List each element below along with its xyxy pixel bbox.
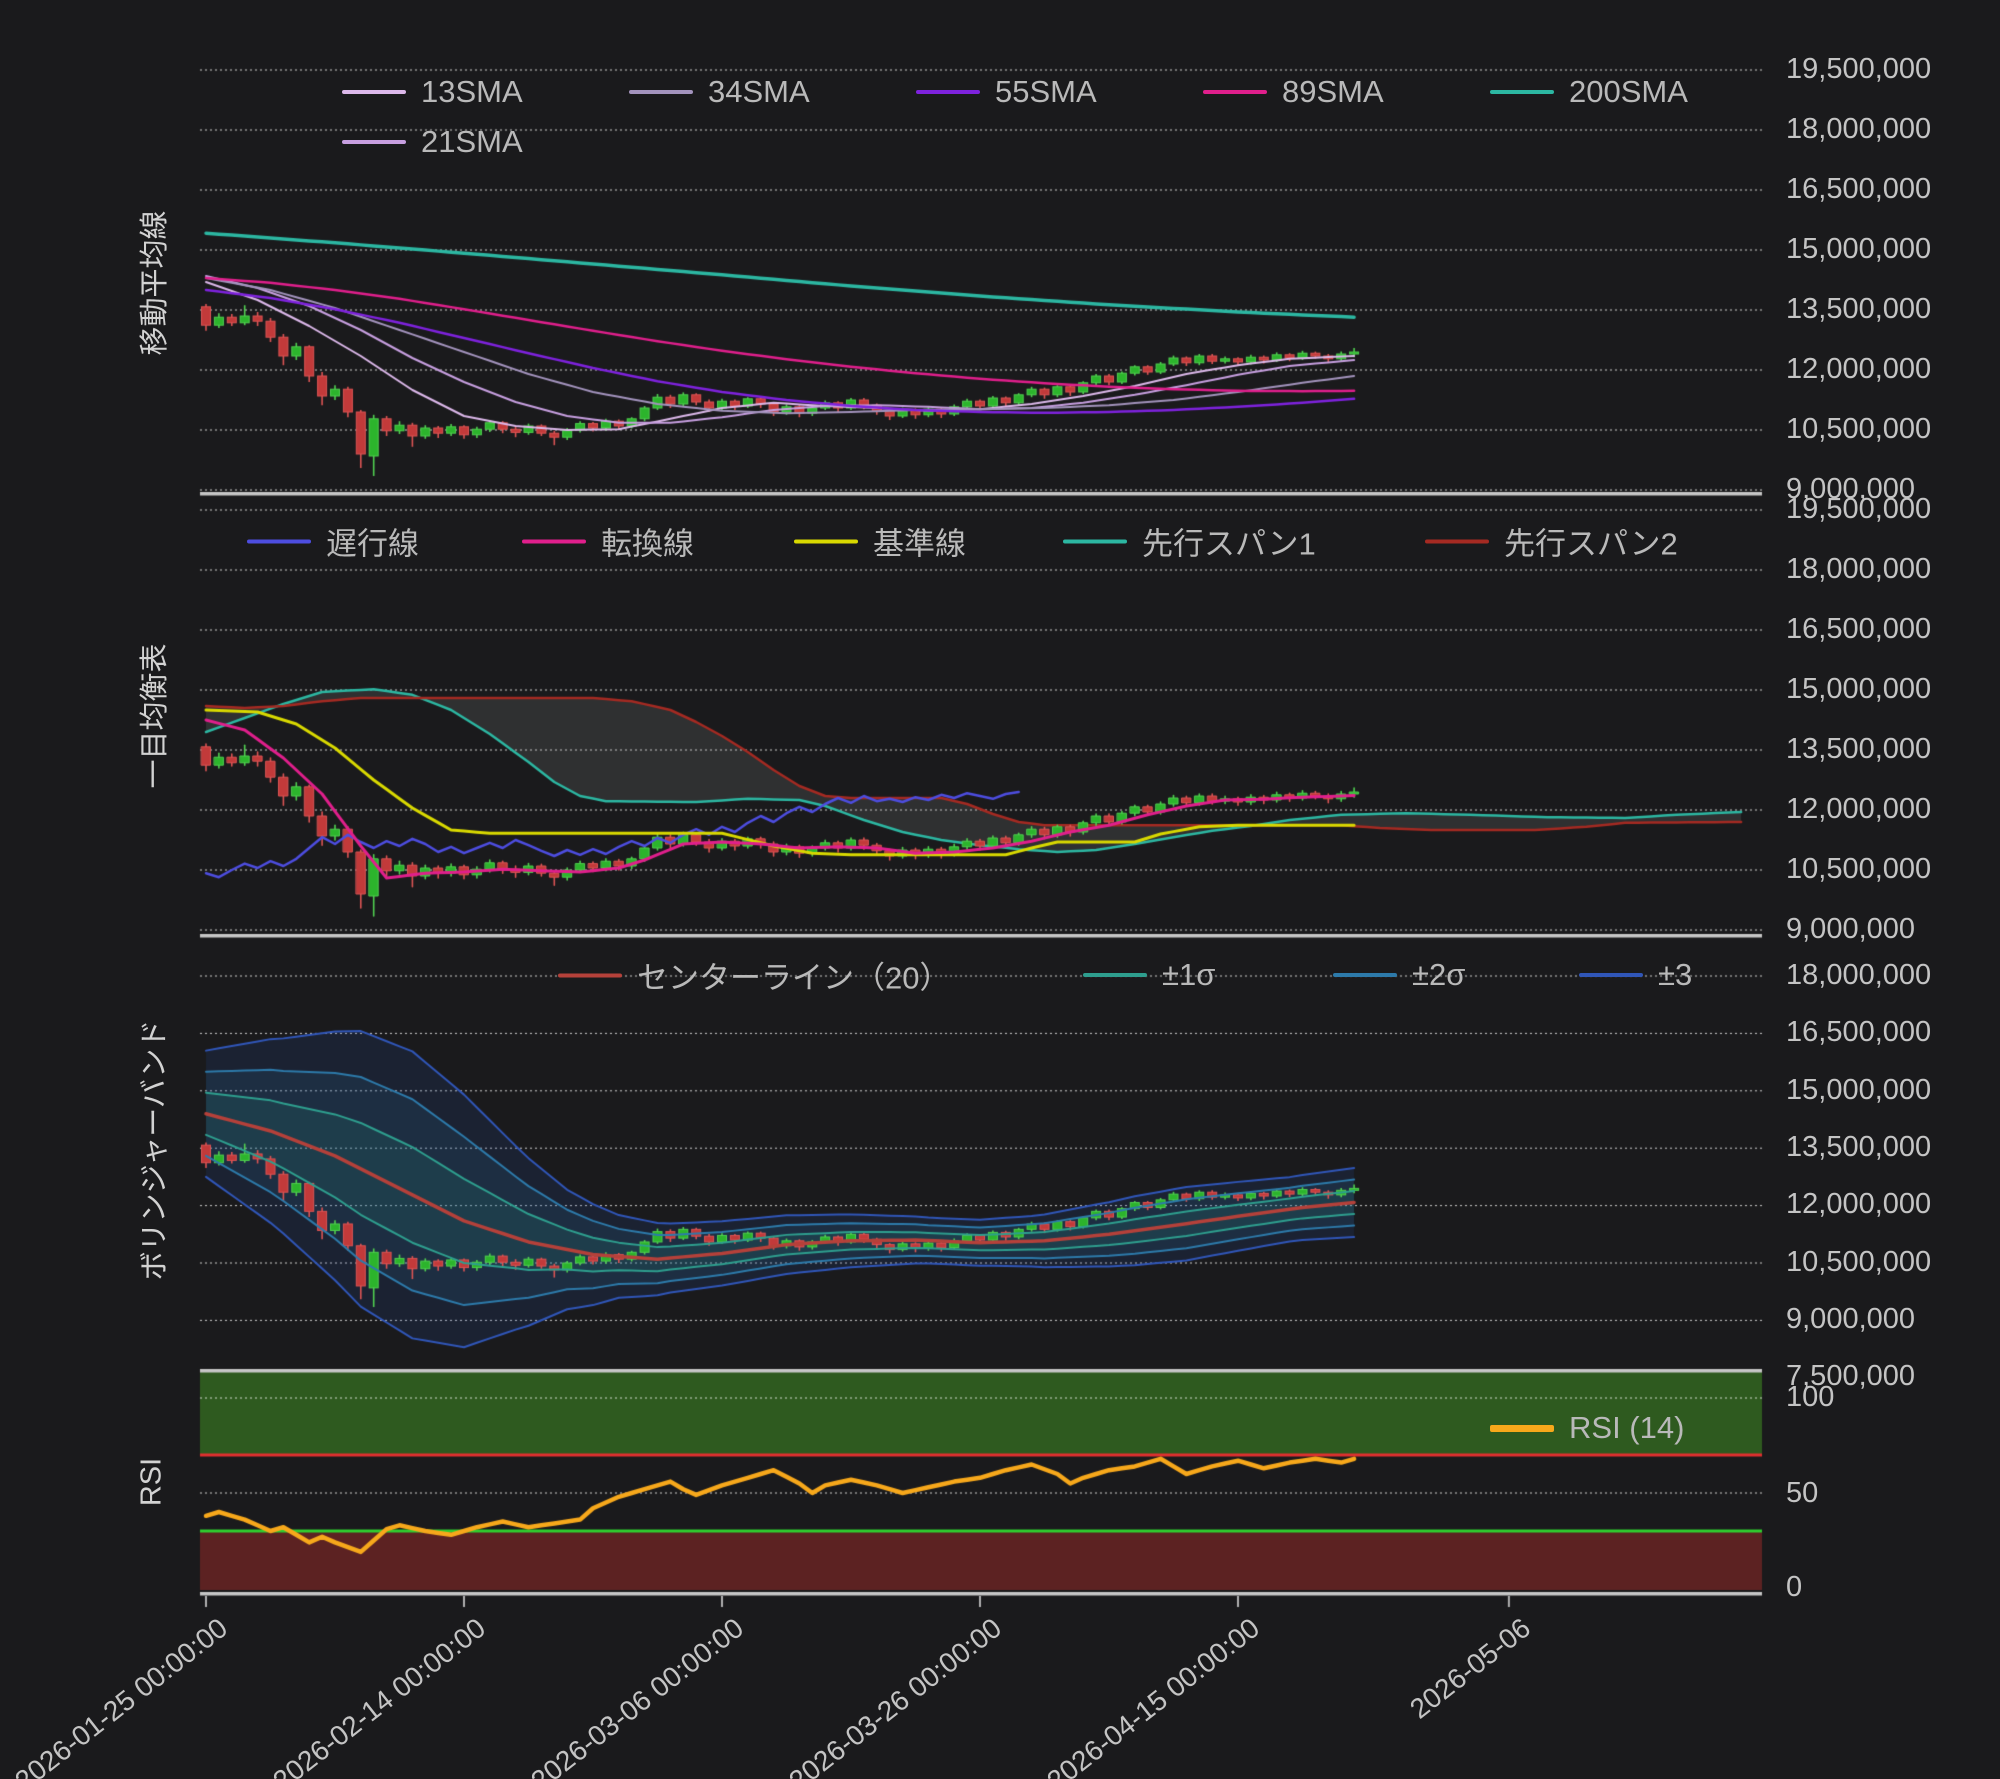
- legend-item-ichimoku[interactable]: 遅行線: [247, 519, 419, 564]
- y-tick-label: 19,500,000: [1786, 492, 1932, 525]
- legend-label: ±3: [1658, 957, 1693, 992]
- legend-swatch: [558, 973, 622, 977]
- y-tick-label: 0: [1786, 1570, 1803, 1603]
- y-tick-label: 13,500,000: [1786, 1130, 1932, 1163]
- legend-label: 34SMA: [708, 74, 810, 109]
- legend-swatch: [1425, 539, 1489, 543]
- y-tick-label: 12,000,000: [1786, 352, 1932, 385]
- legend-item-sma[interactable]: 34SMA: [629, 74, 810, 110]
- legend-swatch: [342, 140, 406, 144]
- legend-item-ichimoku[interactable]: 基準線: [794, 519, 966, 564]
- y-tick-label: 13,500,000: [1786, 292, 1932, 325]
- legend-item-bollinger[interactable]: センターライン（20）: [558, 953, 950, 998]
- legend-item-sma[interactable]: 21SMA: [342, 124, 523, 160]
- y-tick-label: 16,500,000: [1786, 612, 1932, 645]
- y-tick-label: 15,000,000: [1786, 1073, 1932, 1106]
- legend-label: 先行スパン1: [1142, 526, 1316, 562]
- y-tick-label: 19,500,000: [1786, 52, 1932, 85]
- legend-swatch: [522, 539, 586, 543]
- y-tick-label: 15,000,000: [1786, 672, 1932, 705]
- legend-item-bollinger[interactable]: ±1σ: [1083, 957, 1215, 993]
- legend-swatch: [1490, 1424, 1554, 1432]
- y-tick-label: 16,500,000: [1786, 1015, 1932, 1048]
- legend-label: 転換線: [601, 526, 694, 562]
- legend-item-bollinger[interactable]: ±3: [1579, 957, 1692, 993]
- y-tick-label: 9,000,000: [1786, 912, 1916, 945]
- panel-title-rsi: RSI: [135, 1457, 168, 1507]
- legend-label: 55SMA: [995, 74, 1097, 109]
- legend-item-ichimoku[interactable]: 先行スパン1: [1063, 519, 1316, 564]
- legend-swatch: [342, 90, 406, 94]
- technical-chart-page: 移動平均線 一目均衡表 ボリンジャーバンド RSI 19,500,000 18,0…: [0, 0, 2000, 1779]
- legend-label: 基準線: [873, 526, 966, 562]
- legend-label: ±2σ: [1412, 957, 1466, 992]
- legend-swatch: [1333, 973, 1397, 977]
- legend-label: センターライン（20）: [637, 960, 951, 996]
- y-tick-label: 16,500,000: [1786, 172, 1932, 205]
- legend-label: 21SMA: [421, 124, 523, 159]
- legend-label: RSI (14): [1569, 1410, 1685, 1445]
- legend-swatch: [916, 90, 980, 94]
- legend-swatch: [1490, 90, 1554, 94]
- legend-item-ichimoku[interactable]: 先行スパン2: [1425, 519, 1678, 564]
- legend-item-sma[interactable]: 55SMA: [916, 74, 1097, 110]
- legend-swatch: [247, 539, 311, 543]
- legend-label: 先行スパン2: [1504, 526, 1678, 562]
- y-tick-label: 18,000,000: [1786, 552, 1932, 585]
- panel-title-bollinger: ボリンジャーバンド: [139, 1019, 171, 1281]
- panel-title-ichimoku: 一目均衡表: [139, 643, 171, 789]
- legend-item-ichimoku[interactable]: 転換線: [522, 519, 694, 564]
- y-tick-label: 12,000,000: [1786, 1187, 1932, 1220]
- panel-title-moving-average: 移動平均線: [139, 210, 171, 356]
- y-tick-label: 9,000,000: [1786, 1302, 1916, 1335]
- legend-label: ±1σ: [1162, 957, 1216, 992]
- legend-item-sma[interactable]: 89SMA: [1203, 74, 1384, 110]
- legend-label: 200SMA: [1569, 74, 1688, 109]
- y-tick-label: 10,500,000: [1786, 1245, 1932, 1278]
- y-tick-label: 50: [1786, 1476, 1819, 1509]
- legend-swatch: [1579, 973, 1643, 977]
- legend-swatch: [1083, 973, 1147, 977]
- legend-label: 13SMA: [421, 74, 523, 109]
- legend-swatch: [1203, 90, 1267, 94]
- legend-swatch: [1063, 539, 1127, 543]
- y-tick-label: 18,000,000: [1786, 112, 1932, 145]
- legend-item-sma[interactable]: 13SMA: [342, 74, 523, 110]
- legend-item-bollinger[interactable]: ±2σ: [1333, 957, 1465, 993]
- legend-label: 89SMA: [1282, 74, 1384, 109]
- y-tick-label: 18,000,000: [1786, 958, 1932, 991]
- legend-label: 遅行線: [326, 526, 419, 562]
- legend-item-sma[interactable]: 200SMA: [1490, 74, 1688, 110]
- legend-swatch: [794, 539, 858, 543]
- y-tick-label: 12,000,000: [1786, 792, 1932, 825]
- legend-swatch: [629, 90, 693, 94]
- y-tick-label: 10,500,000: [1786, 412, 1932, 445]
- chart-canvas[interactable]: [0, 0, 2000, 1779]
- y-tick-label: 10,500,000: [1786, 852, 1932, 885]
- legend-item-rsi[interactable]: RSI (14): [1490, 1410, 1684, 1446]
- y-tick-label: 15,000,000: [1786, 232, 1932, 265]
- y-tick-label: 100: [1786, 1380, 1835, 1413]
- y-tick-label: 13,500,000: [1786, 732, 1932, 765]
